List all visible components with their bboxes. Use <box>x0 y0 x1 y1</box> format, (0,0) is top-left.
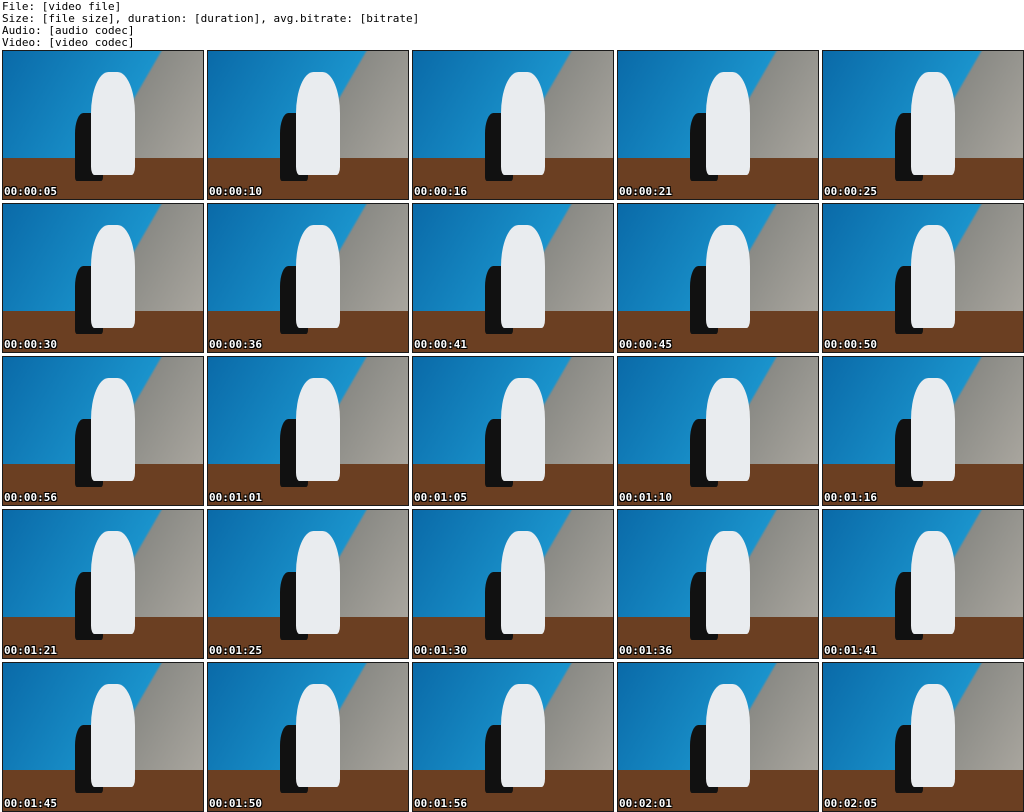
thumbnail: 00:00:45 <box>617 203 819 353</box>
timestamp-label: 00:00:25 <box>824 185 877 198</box>
thumbnail: 00:01:36 <box>617 509 819 659</box>
thumbnail-figure-placeholder <box>501 71 545 176</box>
thumbnail-figure-placeholder <box>296 224 340 329</box>
timestamp-label: 00:00:41 <box>414 338 467 351</box>
thumbnail: 00:00:36 <box>207 203 409 353</box>
thumbnail: 00:01:45 <box>2 662 204 812</box>
timestamp-label: 00:00:21 <box>619 185 672 198</box>
thumbnail: 00:00:56 <box>2 356 204 506</box>
thumbnail-figure-placeholder <box>911 71 955 176</box>
timestamp-label: 00:01:25 <box>209 644 262 657</box>
timestamp-label: 00:00:56 <box>4 491 57 504</box>
thumbnail-figure-placeholder <box>911 683 955 788</box>
thumbnail: 00:00:21 <box>617 50 819 200</box>
thumbnail-figure-placeholder <box>911 224 955 329</box>
timestamp-label: 00:02:01 <box>619 797 672 810</box>
thumbnail-figure-placeholder <box>91 683 135 788</box>
timestamp-label: 00:00:50 <box>824 338 877 351</box>
thumbnail: 00:01:50 <box>207 662 409 812</box>
thumbnail-figure-placeholder <box>706 683 750 788</box>
thumbnail: 00:00:30 <box>2 203 204 353</box>
thumbnail: 00:00:50 <box>822 203 1024 353</box>
thumbnail: 00:01:05 <box>412 356 614 506</box>
thumbnail: 00:00:05 <box>2 50 204 200</box>
video-line: Video: [video codec] <box>2 36 135 49</box>
thumbnail: 00:00:16 <box>412 50 614 200</box>
timestamp-label: 00:01:16 <box>824 491 877 504</box>
thumbnail: 00:01:25 <box>207 509 409 659</box>
thumbnail: 00:02:01 <box>617 662 819 812</box>
timestamp-label: 00:00:30 <box>4 338 57 351</box>
thumbnail: 00:01:16 <box>822 356 1024 506</box>
thumbnail: 00:01:01 <box>207 356 409 506</box>
thumbnail-figure-placeholder <box>91 530 135 635</box>
timestamp-label: 00:01:30 <box>414 644 467 657</box>
timestamp-label: 00:01:21 <box>4 644 57 657</box>
thumbnail: 00:00:25 <box>822 50 1024 200</box>
thumbnail-figure-placeholder <box>91 224 135 329</box>
thumbnail: 00:01:30 <box>412 509 614 659</box>
thumbnail-figure-placeholder <box>501 530 545 635</box>
timestamp-label: 00:01:50 <box>209 797 262 810</box>
thumbnail-figure-placeholder <box>911 530 955 635</box>
timestamp-label: 00:01:05 <box>414 491 467 504</box>
thumbnail-figure-placeholder <box>706 377 750 482</box>
thumbnail: 00:02:05 <box>822 662 1024 812</box>
timestamp-label: 00:00:45 <box>619 338 672 351</box>
thumbnail: 00:00:10 <box>207 50 409 200</box>
timestamp-label: 00:01:41 <box>824 644 877 657</box>
thumbnail-grid: 00:00:05 00:00:10 00:00:16 00:00:21 00:00:25… <box>0 50 1024 812</box>
timestamp-label: 00:00:36 <box>209 338 262 351</box>
timestamp-label: 00:01:56 <box>414 797 467 810</box>
thumbnail: 00:01:21 <box>2 509 204 659</box>
thumbnail-figure-placeholder <box>911 377 955 482</box>
thumbnail-figure-placeholder <box>296 377 340 482</box>
timestamp-label: 00:01:36 <box>619 644 672 657</box>
thumbnail-figure-placeholder <box>296 530 340 635</box>
thumbnail-figure-placeholder <box>706 224 750 329</box>
thumbnail: 00:01:56 <box>412 662 614 812</box>
thumbnail-figure-placeholder <box>501 683 545 788</box>
contact-sheet-header: File: [video file] Size: [file size], du… <box>0 0 1024 50</box>
thumbnail-figure-placeholder <box>706 530 750 635</box>
timestamp-label: 00:00:05 <box>4 185 57 198</box>
timestamp-label: 00:01:01 <box>209 491 262 504</box>
timestamp-label: 00:01:45 <box>4 797 57 810</box>
thumbnail-figure-placeholder <box>91 377 135 482</box>
timestamp-label: 00:00:10 <box>209 185 262 198</box>
thumbnail-figure-placeholder <box>501 224 545 329</box>
thumbnail: 00:01:41 <box>822 509 1024 659</box>
size-line: Size: [file size], duration: [duration],… <box>2 12 420 25</box>
timestamp-label: 00:02:05 <box>824 797 877 810</box>
timestamp-label: 00:01:10 <box>619 491 672 504</box>
thumbnail: 00:01:10 <box>617 356 819 506</box>
thumbnail-figure-placeholder <box>91 71 135 176</box>
timestamp-label: 00:00:16 <box>414 185 467 198</box>
thumbnail-figure-placeholder <box>296 683 340 788</box>
audio-line: Audio: [audio codec] <box>2 24 135 37</box>
thumbnail-figure-placeholder <box>501 377 545 482</box>
thumbnail-figure-placeholder <box>296 71 340 176</box>
thumbnail-figure-placeholder <box>706 71 750 176</box>
thumbnail: 00:00:41 <box>412 203 614 353</box>
